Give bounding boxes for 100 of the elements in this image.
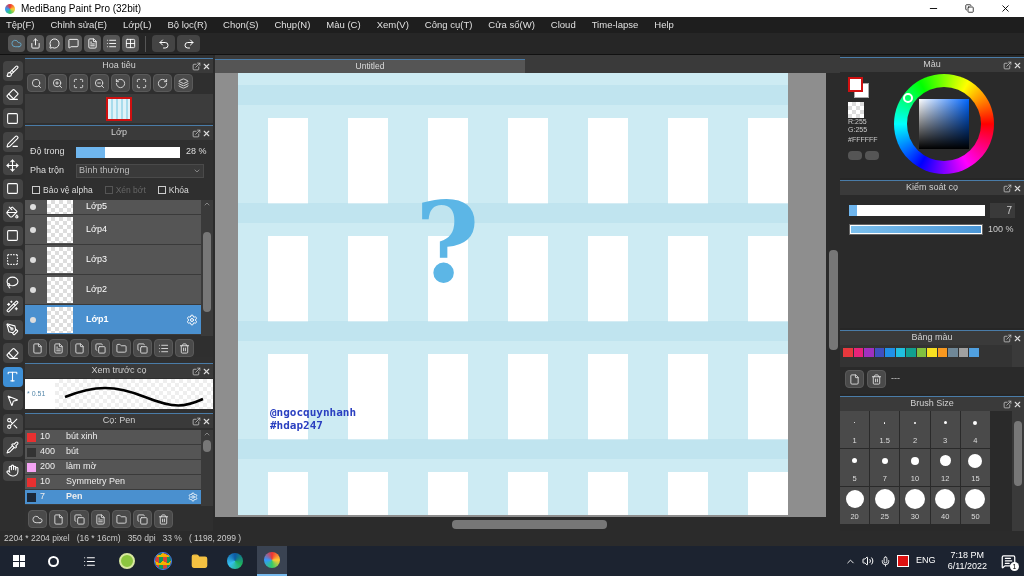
- color-swatches-drawing[interactable]: [848, 77, 870, 99]
- tool-button[interactable]: [2, 460, 23, 481]
- close-icon[interactable]: [1013, 333, 1022, 343]
- palette-swatch[interactable]: [874, 348, 884, 357]
- layer-row[interactable]: Lớp2: [25, 275, 201, 305]
- layer-row[interactable]: Lớp5: [25, 200, 201, 215]
- brush-row[interactable]: 10 Symmetry Pen: [25, 475, 201, 490]
- new-brush-icon[interactable]: [49, 510, 68, 528]
- blend-dropdown[interactable]: Bình thường: [76, 164, 204, 178]
- trash-icon[interactable]: [154, 510, 173, 528]
- palette-swatch[interactable]: [853, 348, 863, 357]
- close-icon[interactable]: [202, 61, 211, 71]
- tool-button[interactable]: [2, 343, 23, 363]
- close-icon[interactable]: [202, 128, 211, 138]
- flip-icon[interactable]: [174, 74, 193, 92]
- duplicate-icon[interactable]: [133, 339, 152, 357]
- palette-swatch[interactable]: [927, 348, 937, 357]
- menu-item[interactable]: Công cụ(T): [424, 17, 473, 33]
- tool-button[interactable]: [2, 131, 23, 152]
- language-indicator[interactable]: ENG: [916, 554, 936, 568]
- folder-icon[interactable]: [191, 552, 208, 570]
- document-icon[interactable]: [84, 35, 101, 52]
- navigator-thumbnail[interactable]: [106, 96, 132, 121]
- scrollbar[interactable]: [826, 73, 840, 517]
- scroll-up-icon[interactable]: [203, 430, 211, 438]
- close-icon[interactable]: [202, 416, 211, 426]
- zoom-out-icon[interactable]: [90, 74, 109, 92]
- microphone-icon[interactable]: [880, 555, 892, 567]
- settings-icon[interactable]: [186, 313, 198, 326]
- undo-icon[interactable]: [152, 35, 175, 52]
- active-app-icon[interactable]: [257, 546, 287, 576]
- scrollbar[interactable]: [201, 200, 213, 336]
- scroll-thumb[interactable]: [452, 519, 607, 529]
- tool-button[interactable]: [2, 249, 23, 269]
- zoom-reset-icon[interactable]: [27, 74, 46, 92]
- add-layer-icon[interactable]: [91, 339, 110, 357]
- windows-start-icon[interactable]: [13, 555, 25, 567]
- popout-icon[interactable]: [1003, 183, 1012, 193]
- palette-swatch[interactable]: [895, 348, 905, 357]
- option-checkbox[interactable]: Bảo vệ alpha: [32, 183, 93, 197]
- menu-item[interactable]: Tệp(F): [6, 17, 35, 33]
- scroll-thumb[interactable]: [1014, 421, 1022, 486]
- palette-swatch[interactable]: [906, 348, 916, 357]
- chat-icon[interactable]: [46, 35, 63, 52]
- fullscreen-icon[interactable]: [132, 74, 151, 92]
- hue-handle[interactable]: [903, 93, 913, 103]
- menu-item[interactable]: Chụp(N): [274, 17, 311, 33]
- tool-button[interactable]: [2, 84, 23, 105]
- brush-row[interactable]: 10 bút xinh: [25, 430, 201, 445]
- comment-icon[interactable]: [65, 35, 82, 52]
- cloud-icon[interactable]: [28, 510, 47, 528]
- palette-swatch[interactable]: [937, 348, 947, 357]
- new-palette-icon[interactable]: [845, 370, 864, 388]
- tool-button[interactable]: [2, 437, 23, 457]
- browser-icon[interactable]: [227, 553, 243, 569]
- scroll-thumb[interactable]: [203, 440, 211, 452]
- menu-item[interactable]: Màu (C): [326, 17, 361, 33]
- scrollbar[interactable]: [215, 517, 840, 531]
- zoom-in-icon[interactable]: [48, 74, 67, 92]
- menu-item[interactable]: Time-lapse: [591, 17, 639, 33]
- layer-row[interactable]: Lớp4: [25, 215, 201, 245]
- new-layer-icon[interactable]: [28, 339, 47, 357]
- popout-icon[interactable]: [192, 366, 201, 376]
- menu-item[interactable]: Chọn(S): [223, 17, 259, 33]
- menu-item[interactable]: Lớp(L): [123, 17, 152, 33]
- palette-swatch[interactable]: [864, 348, 874, 357]
- app-icon[interactable]: [119, 553, 135, 569]
- brush-row[interactable]: 200 làm mờ: [25, 460, 201, 475]
- rotate-right-icon[interactable]: [153, 74, 172, 92]
- speaker-icon[interactable]: [862, 555, 875, 567]
- popout-icon[interactable]: [192, 61, 201, 71]
- list-icon[interactable]: [103, 35, 120, 52]
- new-layer-icon[interactable]: [70, 339, 89, 357]
- redo-icon[interactable]: [177, 35, 200, 52]
- popout-icon[interactable]: [1003, 399, 1012, 409]
- menu-item[interactable]: Cloud: [550, 17, 576, 33]
- grid-icon[interactable]: [122, 35, 139, 52]
- trash-icon[interactable]: [175, 339, 194, 357]
- tool-button[interactable]: [2, 225, 23, 246]
- scrollbar[interactable]: [201, 430, 213, 506]
- palette-swatch[interactable]: [969, 348, 979, 357]
- new-layer-icon[interactable]: [49, 339, 68, 357]
- trash-icon[interactable]: [867, 370, 886, 388]
- tool-button[interactable]: [2, 202, 23, 222]
- rotate-left-icon[interactable]: [111, 74, 130, 92]
- document-tab[interactable]: Untitled: [215, 59, 525, 73]
- transparent-swatch[interactable]: [848, 102, 864, 118]
- menu-item[interactable]: Help: [654, 17, 674, 33]
- notification-icon[interactable]: [1001, 553, 1016, 569]
- popout-icon[interactable]: [192, 416, 201, 426]
- popout-icon[interactable]: [192, 128, 201, 138]
- tool-button[interactable]: [2, 108, 23, 128]
- menu-item[interactable]: Bộ lọc(R): [167, 17, 208, 33]
- tool-button[interactable]: [2, 272, 23, 293]
- browser-icon[interactable]: [155, 553, 171, 569]
- close-icon[interactable]: [1000, 3, 1011, 14]
- folder-icon[interactable]: [112, 339, 131, 357]
- palette-swatch[interactable]: [916, 348, 926, 357]
- scroll-thumb[interactable]: [203, 232, 211, 312]
- folder-icon[interactable]: [112, 510, 131, 528]
